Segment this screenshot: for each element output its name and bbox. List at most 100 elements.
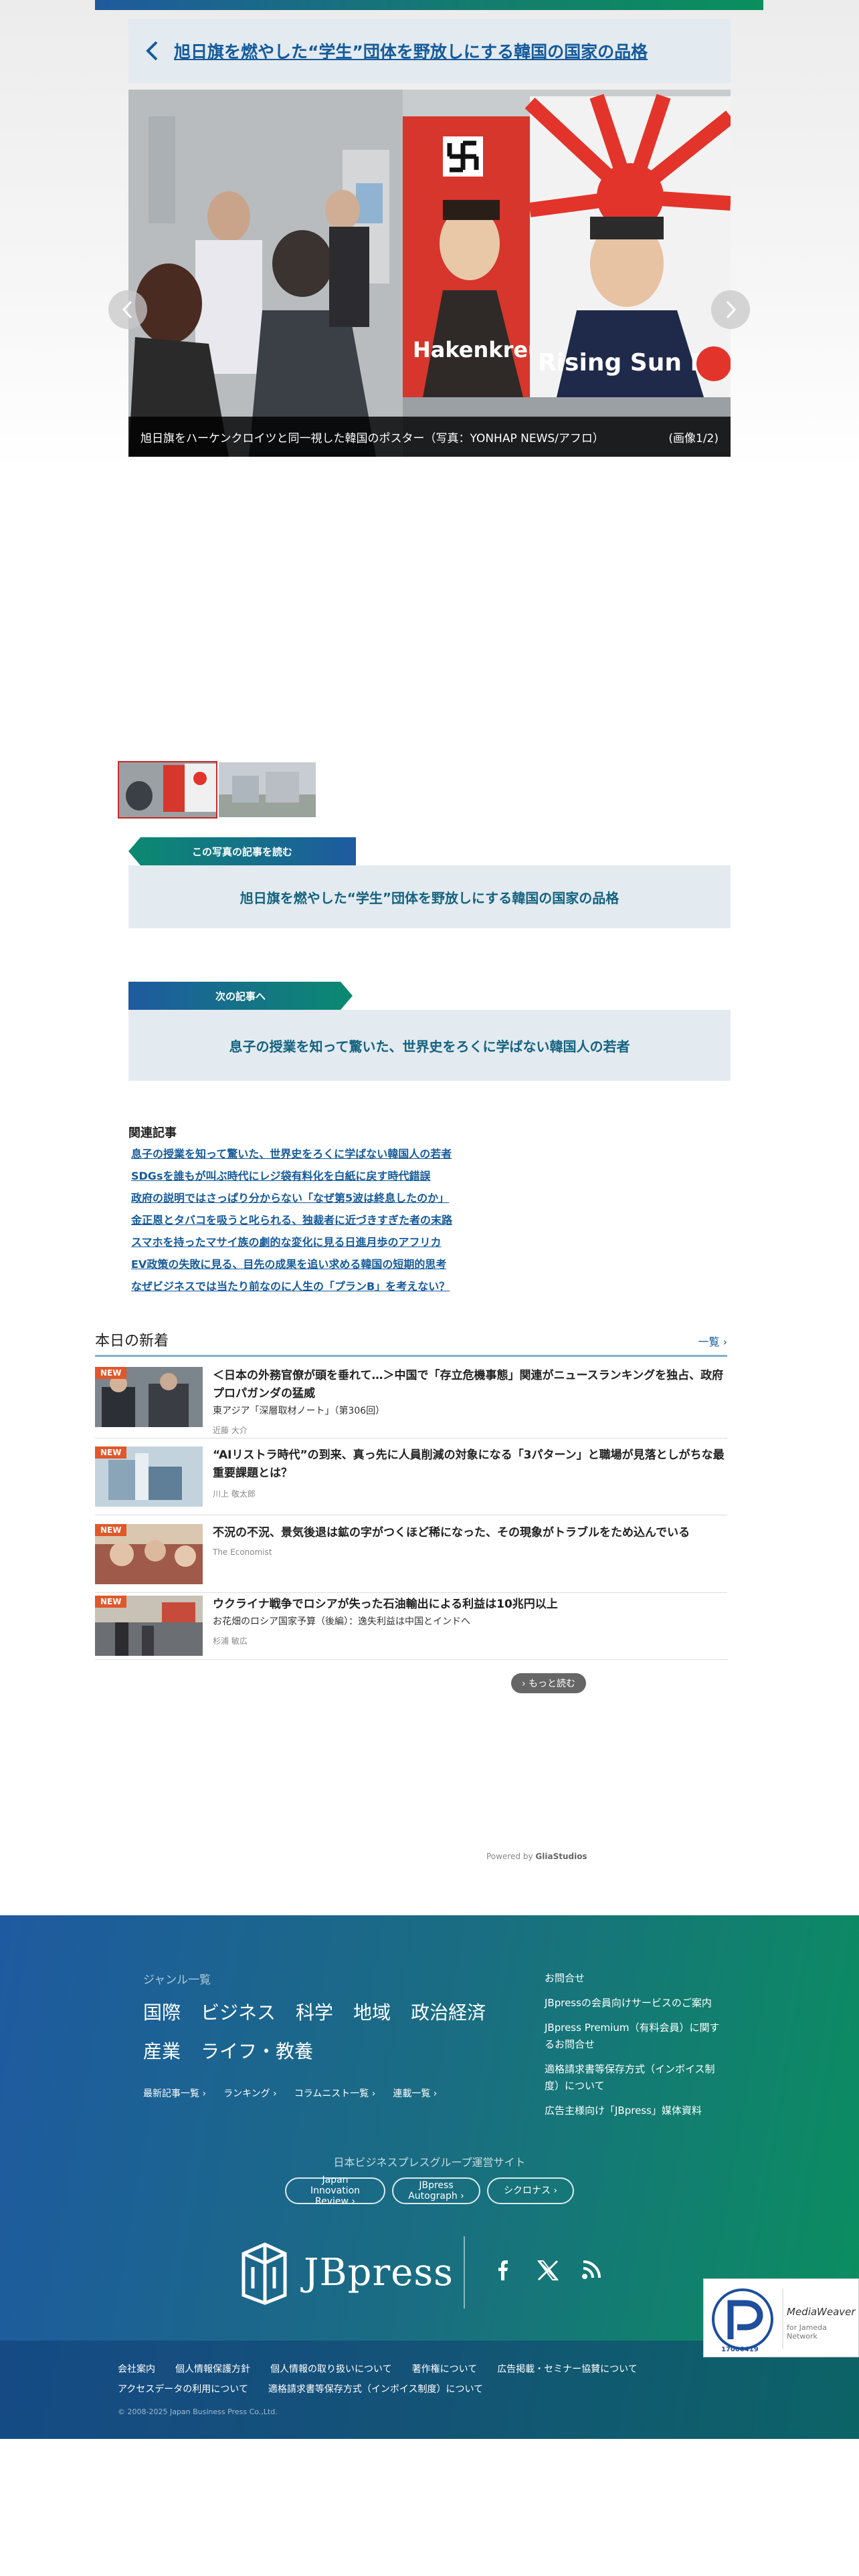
news-list-link[interactable]: 一覧 › [698, 1333, 728, 1349]
thumbnail-image [119, 762, 216, 817]
thumbnail-2[interactable] [219, 762, 316, 817]
footer-link[interactable]: 広告主様向け「JBpress」媒体資料 [545, 2103, 725, 2119]
bottom-link[interactable]: 著作権について [412, 2362, 478, 2375]
news-subtitle: 東アジア「深層取材ノート」（第306回） [213, 1406, 385, 1416]
thumbnail-image [219, 762, 316, 817]
bottom-link[interactable]: 個人情報保護方針 [175, 2362, 250, 2375]
news-author: 杉浦 敏広 [213, 1636, 248, 1646]
news-thumbnail[interactable]: NEW [95, 1596, 203, 1656]
news-title[interactable]: 不況の不況、景気後退は鉱の字がつくほど稀になった、その現象がトラブルをため込んで… [213, 1524, 728, 1542]
group-sites-label: 日本ビジネスプレスグループ運営サイト [333, 2156, 526, 2169]
footer-link[interactable]: 適格請求書等保存方式（インボイス制度）について [545, 2061, 725, 2095]
privacy-mark-badge[interactable]: 17000419 MediaWeaver for Jameda Network [703, 2278, 859, 2357]
related-articles-title: 関連記事 [128, 1126, 177, 1140]
footer-right-links: お問合せ JBpressの会員向けサービスのご案内 JBpress Premiu… [545, 1970, 725, 2127]
social-links [495, 2259, 602, 2282]
news-body: “AIリストラ時代”の到来、真っ先に人員削減の対象になる「3パターン」と職場が見… [213, 1446, 728, 1499]
powered-by: Powered by GliaStudios [486, 1852, 587, 1861]
article-title-box: 旭日旗を燃やした“学生”団体を野放しにする韓国の国家の品格 [128, 19, 731, 83]
footer-link[interactable]: 連載一覧 › [393, 2086, 437, 2100]
new-badge: NEW [95, 1524, 127, 1536]
jbpress-logo[interactable]: JBpress [235, 2236, 454, 2309]
footer-link[interactable]: コラムニスト一覧 › [294, 2086, 376, 2100]
privacy-partner: MediaWeaver [787, 2306, 856, 2318]
related-link[interactable]: SDGsを誰もが叫ぶ時代にレジ袋有料化を白紙に戻す時代錯誤 [131, 1170, 430, 1182]
new-badge: NEW [95, 1367, 127, 1379]
related-link[interactable]: なぜビジネスでは当たり前なのに人生の「プランB」を考えない？ [131, 1280, 450, 1293]
genre-link[interactable]: 国際 [143, 1998, 181, 2025]
bottom-link[interactable]: 適格請求書等保存方式（インボイス制度）について [268, 2382, 483, 2395]
read-more-button[interactable]: › もっと読む [511, 1673, 586, 1693]
footer-link[interactable]: ランキング › [223, 2086, 277, 2100]
x-icon[interactable] [537, 2259, 559, 2282]
related-link[interactable]: 金正恩とタバコを吸うと叱られる、独裁者に近づきすぎた者の末路 [131, 1214, 452, 1226]
news-item[interactable]: NEW “AIリストラ時代”の到来、真っ先に人員削減の対象になる「3パターン」と… [95, 1446, 727, 1515]
related-link[interactable]: 息子の授業を知って驚いた、世界史をろくに学ばない韓国人の若者 [131, 1148, 452, 1160]
photo-thumbnails [118, 761, 316, 819]
photo-counter: (画像1/2) [668, 431, 719, 445]
genre-link[interactable]: 産業 [143, 2037, 181, 2064]
next-article-box[interactable]: 息子の授業を知って驚いた、世界史をろくに学ばない韓国人の若者 [128, 1010, 731, 1081]
article-title-link[interactable]: 旭日旗を燃やした“学生”団体を野放しにする韓国の国家の品格 [174, 39, 648, 63]
group-site-button[interactable]: Japan Innovation Review › [285, 2175, 385, 2207]
logo-text: JBpress [304, 2250, 454, 2294]
bottom-links-row-1: 会社案内 個人情報保護方針 個人情報の取り扱いについて 著作権について 広告掲載… [118, 2362, 638, 2375]
news-thumbnail[interactable]: NEW [95, 1446, 203, 1507]
top-accent-bar [95, 0, 763, 10]
group-site-button[interactable]: JBpress Autograph › [392, 2177, 480, 2204]
related-link[interactable]: スマホを持ったマサイ族の劇的な変化に見る日進月歩のアフリカ [131, 1236, 442, 1249]
bottom-link[interactable]: 会社案内 [118, 2362, 155, 2375]
genre-link[interactable]: 政治経済 [411, 1998, 486, 2025]
genre-link[interactable]: 科学 [296, 1998, 333, 2025]
news-thumbnail[interactable]: NEW [95, 1524, 203, 1584]
list-item: 息子の授業を知って驚いた、世界史をろくに学ばない韓国人の若者 [131, 1143, 452, 1165]
footer-link[interactable]: JBpress Premium（有料会員）に関するお問合せ [545, 2020, 725, 2053]
news-title[interactable]: ＜日本の外務官僚が頭を垂れて…＞中国で「存立危機事態」関連がニュースランキングを… [213, 1367, 728, 1403]
genre-link[interactable]: ビジネス [201, 1998, 276, 2025]
footer-link[interactable]: JBpressの会員向けサービスのご案内 [545, 1995, 725, 2012]
news-item[interactable]: NEW ＜日本の外務官僚が頭を垂れて…＞中国で「存立危機事態」関連がニュースラン… [95, 1367, 727, 1438]
related-link[interactable]: EV政策の失敗に見る、目先の成果を追い求める韓国の短期的思考 [131, 1258, 446, 1271]
bottom-links-row-2: アクセスデータの利用について 適格請求書等保存方式（インボイス制度）について [118, 2382, 483, 2395]
photo-caption-bar: 旭日旗をハーケンクロイツと同一視した韓国のポスター（写真：YONHAP NEWS… [128, 417, 731, 457]
news-subtitle: お花畑のロシア国家予算（後編）：逸失利益は中国とインドへ [213, 1616, 470, 1627]
photo-article-link[interactable]: 旭日旗を燃やした“学生”団体を野放しにする韓国の国家の品格 [240, 887, 619, 907]
photo-article-tab: この写真の記事を読む [128, 837, 356, 865]
photo-caption: 旭日旗をハーケンクロイツと同一視した韓国のポスター（写真：YONHAP NEWS… [140, 431, 604, 445]
powered-brand[interactable]: GliaStudios [535, 1852, 587, 1861]
group-sites: Japan Innovation Review › JBpress Autogr… [285, 2175, 574, 2207]
new-badge: NEW [95, 1596, 127, 1608]
photo-scene: Hakenkreuz Rising Sun Flag [128, 90, 731, 457]
footer-link[interactable]: 最新記事一覧 › [143, 2086, 206, 2100]
related-link[interactable]: 政府の説明ではさっぱり分からない「なぜ第5波は終息したのか」 [131, 1192, 449, 1204]
photo-article-box[interactable]: 旭日旗を燃やした“学生”団体を野放しにする韓国の国家の品格 [128, 865, 731, 928]
news-title[interactable]: “AIリストラ時代”の到来、真っ先に人員削減の対象になる「3パターン」と職場が見… [213, 1446, 728, 1483]
list-item: 金正恩とタバコを吸うと叱られる、独裁者に近づきすぎた者の末路 [131, 1209, 452, 1231]
news-heading: 本日の新着 [95, 1333, 169, 1350]
bottom-link[interactable]: 個人情報の取り扱いについて [270, 2362, 392, 2375]
chevron-left-icon[interactable] [142, 39, 165, 62]
bottom-link[interactable]: アクセスデータの利用について [118, 2382, 248, 2395]
related-articles-list: 息子の授業を知って驚いた、世界史をろくに学ばない韓国人の若者 SDGsを誰もが叫… [131, 1143, 452, 1297]
news-item[interactable]: NEW 不況の不況、景気後退は鉱の字がつくほど稀になった、その現象がトラブルをた… [95, 1524, 727, 1593]
facebook-icon[interactable] [495, 2259, 515, 2282]
genre-link[interactable]: ライフ・教養 [201, 2037, 313, 2064]
genre-row-2: 産業 ライフ・教養 [143, 2037, 313, 2064]
list-item: なぜビジネスでは当たり前なのに人生の「プランB」を考えない？ [131, 1275, 452, 1297]
rss-icon[interactable] [581, 2259, 602, 2280]
next-article-link[interactable]: 息子の授業を知って驚いた、世界史をろくに学ばない韓国人の若者 [229, 1036, 630, 1055]
bottom-link[interactable]: 広告掲載・セミナー協賛について [497, 2362, 638, 2375]
photo-prev-button[interactable] [108, 290, 147, 329]
news-thumbnail[interactable]: NEW [95, 1367, 203, 1427]
group-site-button[interactable]: シクロナス › [487, 2177, 574, 2204]
thumbnail-1[interactable] [118, 761, 217, 819]
news-item[interactable]: NEW ウクライナ戦争でロシアが失った石油輸出による利益は10兆円以上 お花畑の… [95, 1596, 727, 1660]
footer-link[interactable]: お問合せ [545, 1970, 725, 1987]
powered-prefix: Powered by [486, 1852, 533, 1861]
privacy-mark-number: 17000419 [721, 2346, 759, 2353]
genre-link[interactable]: 地域 [353, 1998, 391, 2025]
news-title[interactable]: ウクライナ戦争でロシアが失った石油輸出による利益は10兆円以上 [213, 1596, 728, 1614]
photo-next-button[interactable] [711, 290, 750, 329]
footer-nav-links: 最新記事一覧 › ランキング › コラムニスト一覧 › 連載一覧 › [143, 2086, 437, 2100]
list-item: スマホを持ったマサイ族の劇的な変化に見る日進月歩のアフリカ [131, 1231, 452, 1253]
